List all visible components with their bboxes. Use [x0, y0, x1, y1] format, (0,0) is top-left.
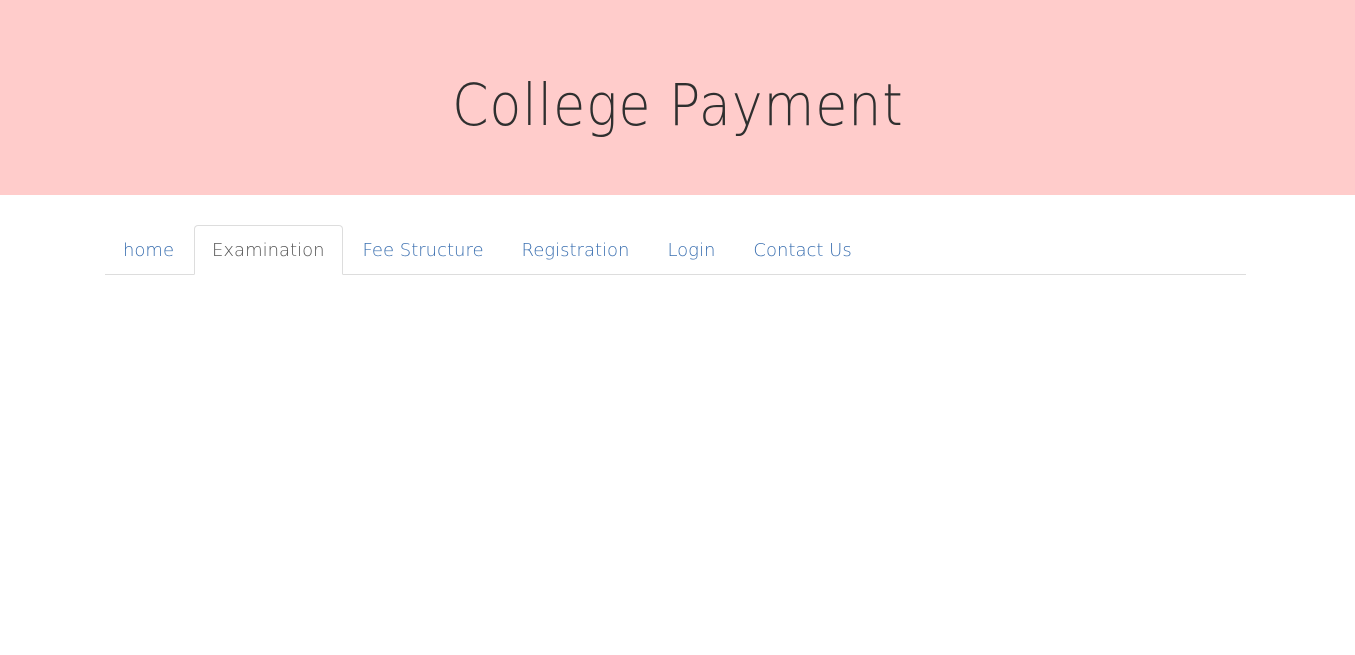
- site-header: College Payment: [0, 0, 1355, 195]
- nav-tabs: home Examination Fee Structure Registrat…: [105, 225, 1246, 275]
- tab-link-contact-us[interactable]: Contact Us: [735, 225, 869, 275]
- tab-contact-us: Contact Us: [735, 225, 869, 275]
- tab-link-registration[interactable]: Registration: [504, 225, 648, 275]
- tab-link-examination[interactable]: Examination: [194, 225, 343, 275]
- tab-registration: Registration: [504, 225, 648, 275]
- tab-link-login[interactable]: Login: [649, 225, 733, 275]
- tab-fee-structure: Fee Structure: [345, 225, 502, 275]
- nav-tabs-container: home Examination Fee Structure Registrat…: [105, 225, 1246, 275]
- tab-link-fee-structure[interactable]: Fee Structure: [345, 225, 502, 275]
- page-title: College Payment: [451, 70, 904, 139]
- tab-home: home: [105, 225, 192, 275]
- tab-examination: Examination: [194, 225, 343, 275]
- tab-login: Login: [649, 225, 733, 275]
- tab-link-home[interactable]: home: [105, 225, 192, 275]
